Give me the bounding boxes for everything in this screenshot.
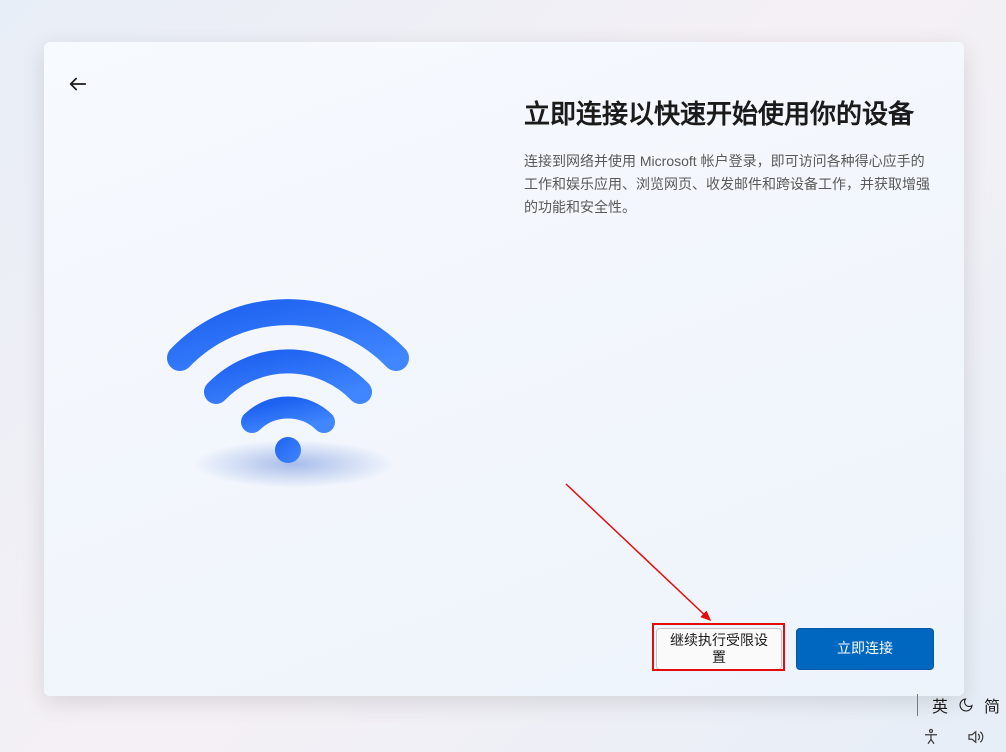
page-title: 立即连接以快速开始使用你的设备 <box>524 98 930 132</box>
volume-icon[interactable] <box>966 728 984 746</box>
connect-now-label: 立即连接 <box>837 640 893 658</box>
continue-limited-button[interactable]: 继续执行受限设置 <box>656 628 782 670</box>
page-description: 连接到网络并使用 Microsoft 帐户登录，即可访问各种得心应手的工作和娱乐… <box>524 150 930 219</box>
ime-strip: 英 简 <box>907 690 1006 720</box>
ime-mode[interactable]: 简 <box>984 693 1000 717</box>
arrow-left-icon <box>67 73 89 95</box>
back-button[interactable] <box>58 64 98 104</box>
wifi-illustration <box>166 300 410 480</box>
connect-now-button[interactable]: 立即连接 <box>796 628 934 670</box>
moon-icon[interactable] <box>958 697 974 713</box>
tray-row <box>900 722 1006 752</box>
ime-language[interactable]: 英 <box>932 693 948 717</box>
ime-separator <box>917 694 918 716</box>
accessibility-icon[interactable] <box>922 728 940 746</box>
text-column: 立即连接以快速开始使用你的设备 连接到网络并使用 Microsoft 帐户登录，… <box>524 98 930 219</box>
continue-limited-label: 继续执行受限设置 <box>665 632 773 667</box>
